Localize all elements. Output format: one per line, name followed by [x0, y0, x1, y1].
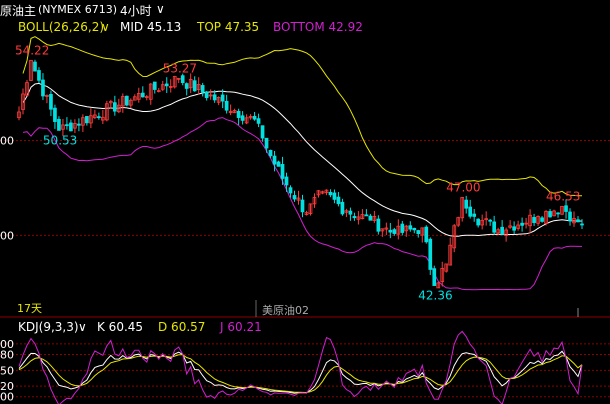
price-chart[interactable]: 54.22 50.53 53.27 47.00 46.53 42.36 00 00 00 80 5… [0, 0, 610, 404]
candle-down [140, 92, 145, 98]
candle-down [204, 91, 209, 99]
candle-down [276, 161, 281, 167]
candle-down [69, 122, 73, 132]
candle-down [548, 211, 552, 218]
candle-down [520, 222, 524, 226]
candle-down [236, 110, 241, 118]
candle-down [200, 85, 205, 93]
candle-down [57, 118, 61, 131]
candle-down [124, 95, 129, 106]
kdj-axis-label: 80 [0, 348, 14, 361]
price-axis-label: 00 [0, 229, 14, 242]
candle-down [272, 155, 277, 165]
kdj-d-line [18, 354, 583, 394]
candle-down [97, 116, 101, 119]
candle-down [340, 201, 345, 215]
candle-down [256, 118, 261, 124]
candle-down [424, 226, 429, 243]
candle-down [41, 79, 45, 97]
price-axis-label: 00 [0, 134, 14, 147]
candle-down [428, 238, 433, 270]
candle-down [212, 94, 217, 101]
candle-down [112, 102, 117, 112]
candle-down [580, 223, 584, 226]
candle-down [300, 199, 305, 213]
price-annotation: 50.53 [43, 133, 77, 147]
candle-down [500, 226, 504, 235]
price-annotation: 54.22 [15, 43, 49, 57]
watermark-label: 美原油02 [262, 303, 309, 317]
price-annotation: 46.53 [546, 189, 580, 203]
candle-down [412, 227, 417, 231]
candle-down [432, 268, 437, 286]
candle-down [568, 211, 572, 222]
candle-down [220, 94, 225, 102]
time-span-label: 17天 [17, 302, 42, 315]
candle-down [65, 124, 69, 127]
candle-down [49, 93, 53, 110]
candle-down [180, 75, 185, 83]
candle-down [464, 199, 469, 209]
candle-down [492, 221, 496, 233]
candle-down [240, 115, 245, 121]
candle-down [368, 215, 373, 221]
candle-down [292, 195, 297, 200]
candle-down [224, 100, 229, 111]
candle-down [376, 218, 381, 232]
candle-down [85, 116, 89, 124]
candle-down [556, 212, 560, 215]
candle-down [468, 206, 473, 217]
candle-down [488, 219, 493, 222]
candle-down [268, 149, 273, 157]
candle-down [184, 83, 189, 89]
candle-down [512, 226, 516, 231]
candle-down [332, 192, 337, 200]
kdj-lines [18, 330, 583, 404]
candle-down [472, 213, 477, 217]
candle-down [152, 81, 157, 90]
kdj-k-line [18, 350, 583, 394]
candle-down [348, 210, 353, 215]
candle-down [476, 218, 481, 226]
candle-down [532, 217, 536, 223]
candle-down [192, 80, 197, 92]
candle-down [37, 70, 41, 81]
candle-down [392, 229, 397, 234]
candle-down [260, 125, 265, 139]
candle-down [388, 229, 393, 233]
candle-down [288, 187, 293, 194]
candle-down [336, 196, 341, 205]
kdj-axis-label: 50 [0, 364, 14, 377]
price-annotations: 54.22 50.53 53.27 47.00 46.53 42.36 [15, 43, 580, 302]
boll-bands [22, 36, 583, 291]
candle-down [33, 61, 37, 72]
candle-down [364, 214, 369, 217]
kdj-j-line [18, 330, 583, 404]
candle-down [280, 164, 285, 179]
price-annotation: 53.27 [163, 61, 197, 75]
candle-down [352, 216, 357, 219]
candle-down [408, 225, 413, 230]
candle-down [264, 137, 269, 149]
candle-down [284, 176, 289, 186]
candle-down [416, 230, 421, 235]
candle-down [164, 83, 169, 87]
candle-down [564, 205, 568, 212]
candle-down [328, 191, 333, 196]
candle-down [400, 223, 405, 233]
price-annotation: 42.36 [418, 289, 452, 303]
price-annotation: 47.00 [446, 180, 480, 194]
candle-down [53, 107, 57, 122]
axis-labels: 00000080502000 [0, 134, 14, 403]
kdj-axis-label: 00 [0, 391, 14, 404]
candle-down [77, 123, 81, 126]
candlesticks [17, 59, 584, 289]
candle-down [576, 219, 580, 223]
candle-down [252, 115, 257, 120]
candle-down [540, 217, 544, 222]
